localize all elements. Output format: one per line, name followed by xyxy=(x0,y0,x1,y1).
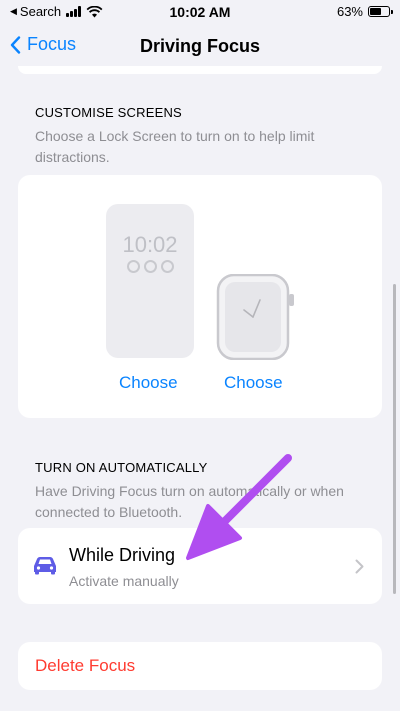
status-bar: ◀ Search 10:02 AM 63% xyxy=(0,0,400,26)
lock-screen-widgets xyxy=(106,260,194,273)
delete-focus-button[interactable]: Delete Focus xyxy=(35,656,135,676)
customise-screens-description: Choose a Lock Screen to turn on to help … xyxy=(35,128,315,165)
choose-watch-face-button[interactable]: Choose xyxy=(224,373,283,393)
annotation-arrow-icon xyxy=(180,450,300,575)
customise-screens-card xyxy=(18,175,382,418)
page-title: Driving Focus xyxy=(139,36,260,56)
while-driving-title: While Driving xyxy=(69,545,176,565)
choose-lock-screen-button[interactable]: Choose xyxy=(119,373,178,393)
lock-screen-time: 10:02 xyxy=(122,232,178,257)
watch-face-preview[interactable] xyxy=(216,273,294,361)
battery-percentage: 63% xyxy=(336,4,363,19)
car-icon xyxy=(32,555,58,580)
status-right: 63% xyxy=(336,4,393,19)
customise-screens-header: CUSTOMISE SCREENS xyxy=(35,105,182,120)
chevron-right-icon xyxy=(355,559,364,579)
while-driving-subtitle: Activate manually xyxy=(69,573,179,589)
battery-icon xyxy=(368,6,393,17)
scrollbar[interactable] xyxy=(393,284,396,594)
previous-section-card xyxy=(18,66,382,74)
navigation-bar: Focus Driving Focus xyxy=(0,26,400,66)
lock-screen-preview[interactable]: 10:02 xyxy=(106,204,194,358)
watch-icon xyxy=(216,273,294,361)
